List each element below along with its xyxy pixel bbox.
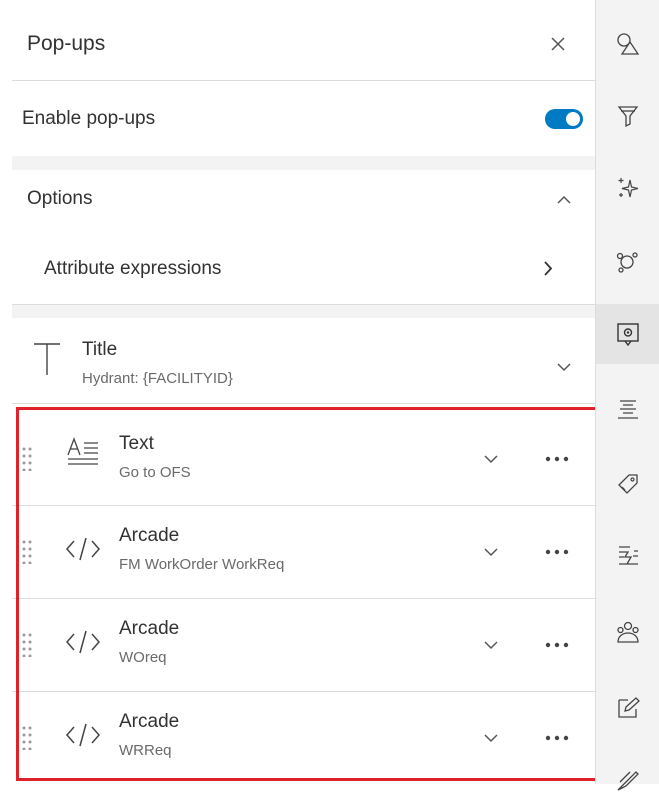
drag-handle-icon[interactable] (22, 633, 32, 657)
options-label: Options (27, 188, 93, 209)
drag-handle-icon[interactable] (22, 726, 32, 750)
options-section-header[interactable]: Options (12, 170, 595, 230)
content-type-label: Arcade (119, 525, 180, 546)
sharing-button[interactable] (596, 602, 659, 662)
popups-button[interactable] (596, 304, 659, 364)
clustering-icon (616, 252, 638, 273)
title-element[interactable]: Title Hydrant: {FACILITYID} (12, 318, 595, 403)
effects-icon (618, 178, 639, 198)
content-type-label: Arcade (119, 711, 180, 732)
more-options-icon[interactable] (545, 549, 569, 555)
content-detail: FM WorkOrder WorkReq (119, 556, 285, 573)
content-element-arcade[interactable]: Arcade WOreq (12, 599, 595, 691)
toggle-knob (566, 112, 580, 126)
settings-icon-strip (595, 0, 659, 791)
labels-button[interactable] (596, 454, 659, 514)
content-detail: Go to OFS (119, 464, 191, 481)
title-element-label: Title (82, 339, 118, 360)
content-type-label: Text (119, 433, 154, 454)
code-icon (66, 630, 100, 654)
forms-icon (619, 546, 638, 565)
effects-button[interactable] (596, 158, 659, 218)
close-icon[interactable] (551, 37, 565, 51)
edit-button[interactable] (596, 678, 659, 738)
content-element-text[interactable]: Text Go to OFS (12, 412, 595, 505)
chevron-down-icon[interactable] (484, 455, 498, 464)
more-options-icon[interactable] (545, 735, 569, 741)
shapes-button[interactable] (596, 14, 659, 74)
chevron-right-icon[interactable] (543, 261, 552, 276)
title-element-value: Hydrant: {FACILITYID} (82, 370, 233, 387)
more-options-icon[interactable] (545, 456, 569, 462)
drag-handle-icon[interactable] (22, 447, 32, 471)
code-icon (66, 537, 100, 561)
text-icon (67, 437, 98, 465)
filter-button[interactable] (596, 86, 659, 146)
attribute-expressions-row[interactable]: Attribute expressions (12, 238, 595, 304)
chevron-up-icon[interactable] (557, 195, 571, 204)
popups-panel: Pop-ups Enable pop-ups Options Attribute… (12, 0, 595, 784)
content-element-arcade[interactable]: Arcade WRReq (12, 692, 595, 782)
popup-config-icon (617, 323, 639, 346)
shapes-icon (617, 33, 640, 55)
filter-icon (617, 106, 639, 128)
chevron-down-icon[interactable] (484, 548, 498, 557)
fields-icon (618, 400, 638, 419)
sketch-icon (617, 771, 639, 791)
fields-button[interactable] (596, 380, 659, 440)
enable-popups-toggle[interactable] (545, 109, 583, 129)
chevron-down-icon[interactable] (484, 734, 498, 743)
code-icon (66, 723, 100, 747)
label-icon (618, 474, 638, 494)
enable-popups-label: Enable pop-ups (22, 108, 156, 129)
content-type-label: Arcade (119, 618, 180, 639)
content-element-arcade[interactable]: Arcade FM WorkOrder WorkReq (12, 506, 595, 598)
sketch-button[interactable] (596, 750, 659, 810)
page-title: Pop-ups (27, 32, 106, 55)
enable-popups-row: Enable pop-ups (12, 81, 595, 156)
drag-handle-icon[interactable] (22, 540, 32, 564)
content-detail: WOreq (119, 649, 167, 666)
chevron-down-icon[interactable] (484, 641, 498, 650)
forms-button[interactable] (596, 526, 659, 586)
title-icon (34, 343, 60, 375)
clustering-button[interactable] (596, 232, 659, 292)
sharing-icon (617, 621, 639, 643)
edit-icon (618, 697, 640, 718)
chevron-down-icon[interactable] (557, 363, 571, 372)
attribute-expressions-label: Attribute expressions (44, 258, 222, 279)
more-options-icon[interactable] (545, 642, 569, 648)
panel-header: Pop-ups (12, 0, 595, 80)
content-detail: WRReq (119, 742, 172, 759)
